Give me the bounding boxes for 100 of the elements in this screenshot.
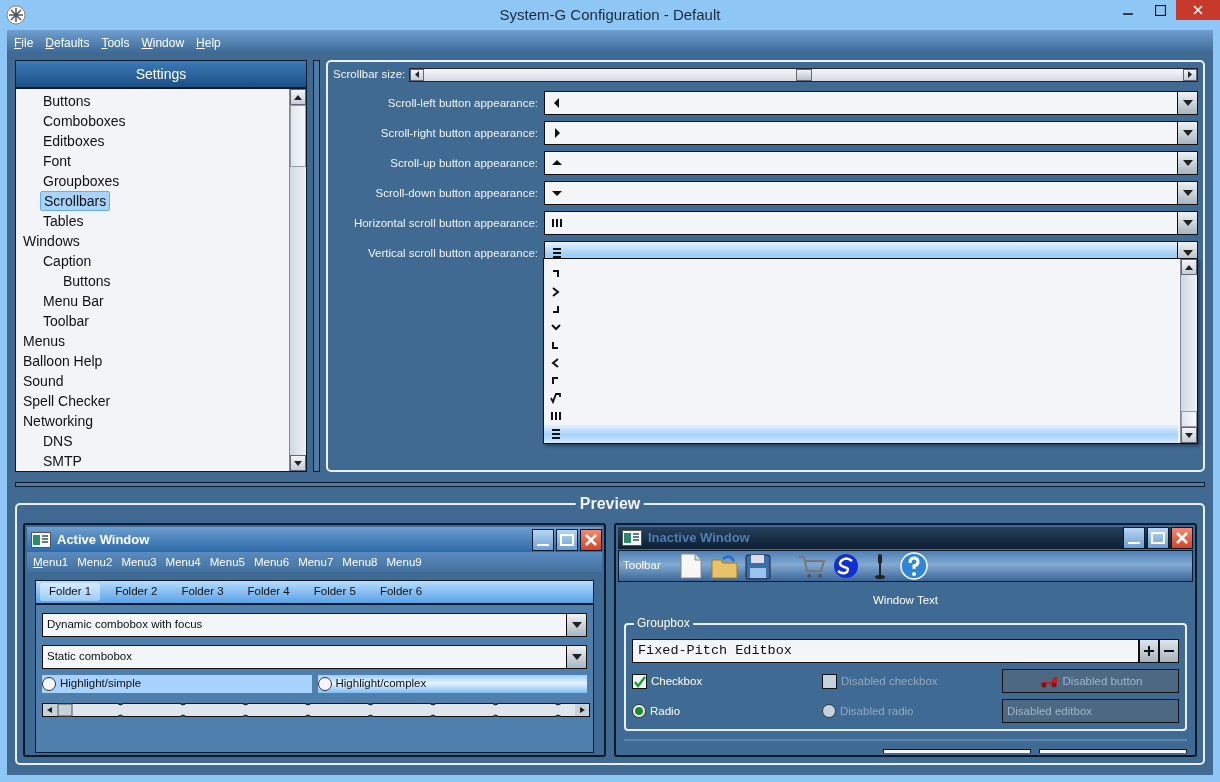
maximize-icon xyxy=(1154,4,1166,16)
combobox[interactable]: Static combobox xyxy=(42,645,587,669)
scroll-down-button[interactable] xyxy=(1181,427,1197,443)
menu-item[interactable]: Menu4 xyxy=(165,555,201,569)
scroll-right-button[interactable] xyxy=(1183,68,1197,81)
help-icon[interactable] xyxy=(898,551,929,581)
scroll-left-button[interactable] xyxy=(410,68,425,81)
close-button[interactable] xyxy=(580,528,602,551)
caret-icon xyxy=(571,654,582,660)
menu-item[interactable]: Menu1 xyxy=(33,555,69,569)
tree-item[interactable]: Font xyxy=(40,151,74,171)
tree-item[interactable]: Windows xyxy=(20,231,83,251)
radio-option[interactable]: Highlight/simple xyxy=(42,675,312,693)
menu-item[interactable]: Tools xyxy=(101,34,130,52)
dropdown-button[interactable] xyxy=(1177,152,1197,175)
tree-item[interactable]: Caption xyxy=(40,251,95,271)
combobox[interactable]: Dynamic combobox with focus xyxy=(42,613,587,637)
tree-item[interactable]: Editboxes xyxy=(40,131,108,151)
menu-item[interactable]: Menu2 xyxy=(77,555,113,569)
radio-option[interactable]: Highlight/complex xyxy=(317,675,587,693)
field-label: Vertical scroll button appearance: xyxy=(366,245,538,261)
close-button[interactable] xyxy=(1171,527,1193,549)
dropdown-button[interactable] xyxy=(566,646,586,668)
tree-item[interactable]: Buttons xyxy=(60,271,114,291)
menu-item[interactable]: Help xyxy=(196,34,221,52)
dropdown-button[interactable] xyxy=(1177,212,1197,235)
scroll-thumb[interactable] xyxy=(290,105,306,167)
tab[interactable]: Folder 2 xyxy=(106,583,167,601)
menu-item[interactable]: Menu9 xyxy=(386,555,422,569)
scrollbar-size-slider[interactable] xyxy=(409,67,1198,82)
caret-icon xyxy=(1182,160,1193,167)
menu-item[interactable]: File xyxy=(14,34,34,52)
tree-item[interactable]: Scrollbars xyxy=(40,191,111,211)
tree-item[interactable]: SMTP xyxy=(40,451,85,471)
combobox[interactable] xyxy=(544,91,1198,116)
menu-item[interactable]: Menu7 xyxy=(298,555,334,569)
tree-item[interactable]: Networking xyxy=(20,411,97,431)
combobox[interactable] xyxy=(544,211,1198,236)
menu-item[interactable]: Menu8 xyxy=(342,555,378,569)
dropdown-button[interactable] xyxy=(1177,182,1197,205)
menu-item[interactable]: Menu3 xyxy=(121,555,157,569)
radio-label: Radio xyxy=(650,703,681,719)
tree-item[interactable]: Menus xyxy=(20,331,69,351)
menu-item[interactable]: Window xyxy=(141,34,185,52)
scroll-up-button[interactable] xyxy=(290,89,306,105)
slider-thumb[interactable] xyxy=(795,68,812,81)
window-icon xyxy=(31,531,51,548)
tree-item[interactable]: Tables xyxy=(40,211,87,231)
radio-label: Highlight/complex xyxy=(335,676,427,692)
checkbox-label: Disabled checkbox xyxy=(841,673,938,689)
combobox-value: Dynamic combobox with focus xyxy=(47,617,204,633)
radio-label: Disabled radio xyxy=(840,703,914,719)
maximize-button[interactable] xyxy=(556,528,578,551)
tree-item[interactable]: Comboboxes xyxy=(40,111,129,131)
toolbar-label: Toolbar xyxy=(623,558,661,574)
slider[interactable] xyxy=(42,701,590,718)
menu-item[interactable]: Menu5 xyxy=(209,555,245,569)
radio-button[interactable] xyxy=(632,704,646,719)
radio-button[interactable] xyxy=(317,677,332,691)
tree-item[interactable]: Spell Checker xyxy=(20,391,114,411)
dropdown-button[interactable] xyxy=(1177,122,1197,145)
tab[interactable]: Folder 1 xyxy=(40,583,101,601)
tab[interactable]: Folder 6 xyxy=(370,583,432,601)
maximize-icon xyxy=(560,533,574,546)
combobox[interactable] xyxy=(544,181,1198,206)
scroll-down-button[interactable] xyxy=(290,455,306,471)
tree-item[interactable]: Toolbar xyxy=(40,311,92,331)
vertical-scrollbar[interactable] xyxy=(289,89,306,471)
field-label: Scroll-down button appearance: xyxy=(374,185,538,201)
plus-button[interactable] xyxy=(1139,639,1159,664)
tab[interactable]: Folder 3 xyxy=(172,583,233,601)
editbox[interactable]: Fixed-Pitch Editbox xyxy=(632,639,1139,664)
menu-item[interactable]: Defaults xyxy=(45,34,90,52)
splitter[interactable] xyxy=(313,60,320,472)
minimize-button[interactable] xyxy=(1123,527,1145,549)
dropdown-button[interactable] xyxy=(1177,92,1197,115)
scroll-up-button[interactable] xyxy=(1181,259,1197,275)
tree-item[interactable]: Sound xyxy=(20,371,67,391)
menu-item[interactable]: Menu6 xyxy=(253,555,290,569)
app-icon xyxy=(6,5,26,25)
vertical-scrollbar[interactable] xyxy=(1180,259,1197,443)
dropdown-button[interactable] xyxy=(566,614,586,636)
tree-item[interactable]: Balloon Help xyxy=(20,351,106,371)
tree-item[interactable]: DNS xyxy=(40,431,76,451)
tab[interactable]: Folder 4 xyxy=(238,583,299,601)
checkbox[interactable] xyxy=(632,673,647,689)
tree-item[interactable]: Menu Bar xyxy=(40,291,107,311)
field-label: Horizontal scroll button appearance: xyxy=(352,215,538,231)
maximize-button[interactable] xyxy=(1147,527,1169,549)
minimize-button[interactable] xyxy=(532,528,554,551)
tree-item[interactable]: Groupboxes xyxy=(40,171,123,191)
minimize-icon xyxy=(1128,542,1140,544)
left-arrow-icon xyxy=(415,71,420,79)
tree-item[interactable]: Buttons xyxy=(40,91,94,111)
scroll-thumb[interactable] xyxy=(1181,411,1197,427)
tab[interactable]: Folder 5 xyxy=(304,583,365,601)
combobox[interactable] xyxy=(544,151,1198,176)
combobox[interactable] xyxy=(544,121,1198,146)
radio-button[interactable] xyxy=(42,677,56,691)
minus-button[interactable] xyxy=(1159,639,1179,664)
